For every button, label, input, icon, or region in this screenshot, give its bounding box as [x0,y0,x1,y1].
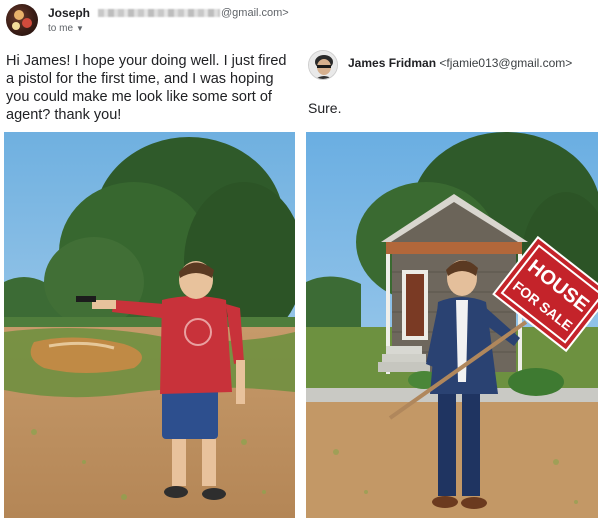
sender-avatar[interactable] [6,4,38,36]
recipient-label: to me [48,23,74,34]
reply-email: James Fridman <fjamie013@gmail.com> Sure… [302,0,600,518]
sender-email-domain: @gmail.com> [221,7,289,19]
edited-photo: HOUSE FOR SALE [306,132,598,518]
reply-body: Sure. [308,100,342,116]
chevron-down-icon: ▼ [76,24,84,33]
reply-sender: James Fridman <fjamie013@gmail.com> [348,56,572,70]
sender-name: Joseph [48,6,91,20]
reply-sender-email: <fjamie013@gmail.com> [439,56,573,70]
reply-avatar[interactable] [308,50,338,80]
recipient-dropdown[interactable]: to me ▼ [48,23,84,34]
sender-email: @gmail.com> [98,7,289,19]
original-email: Joseph @gmail.com> to me ▼ Hi James! I ho… [0,0,300,518]
email-body: Hi James! I hope your doing well. I just… [6,53,287,123]
reply-sender-name: James Fridman [348,56,437,70]
original-photo [4,132,295,518]
redacted-email-blur [98,9,220,18]
